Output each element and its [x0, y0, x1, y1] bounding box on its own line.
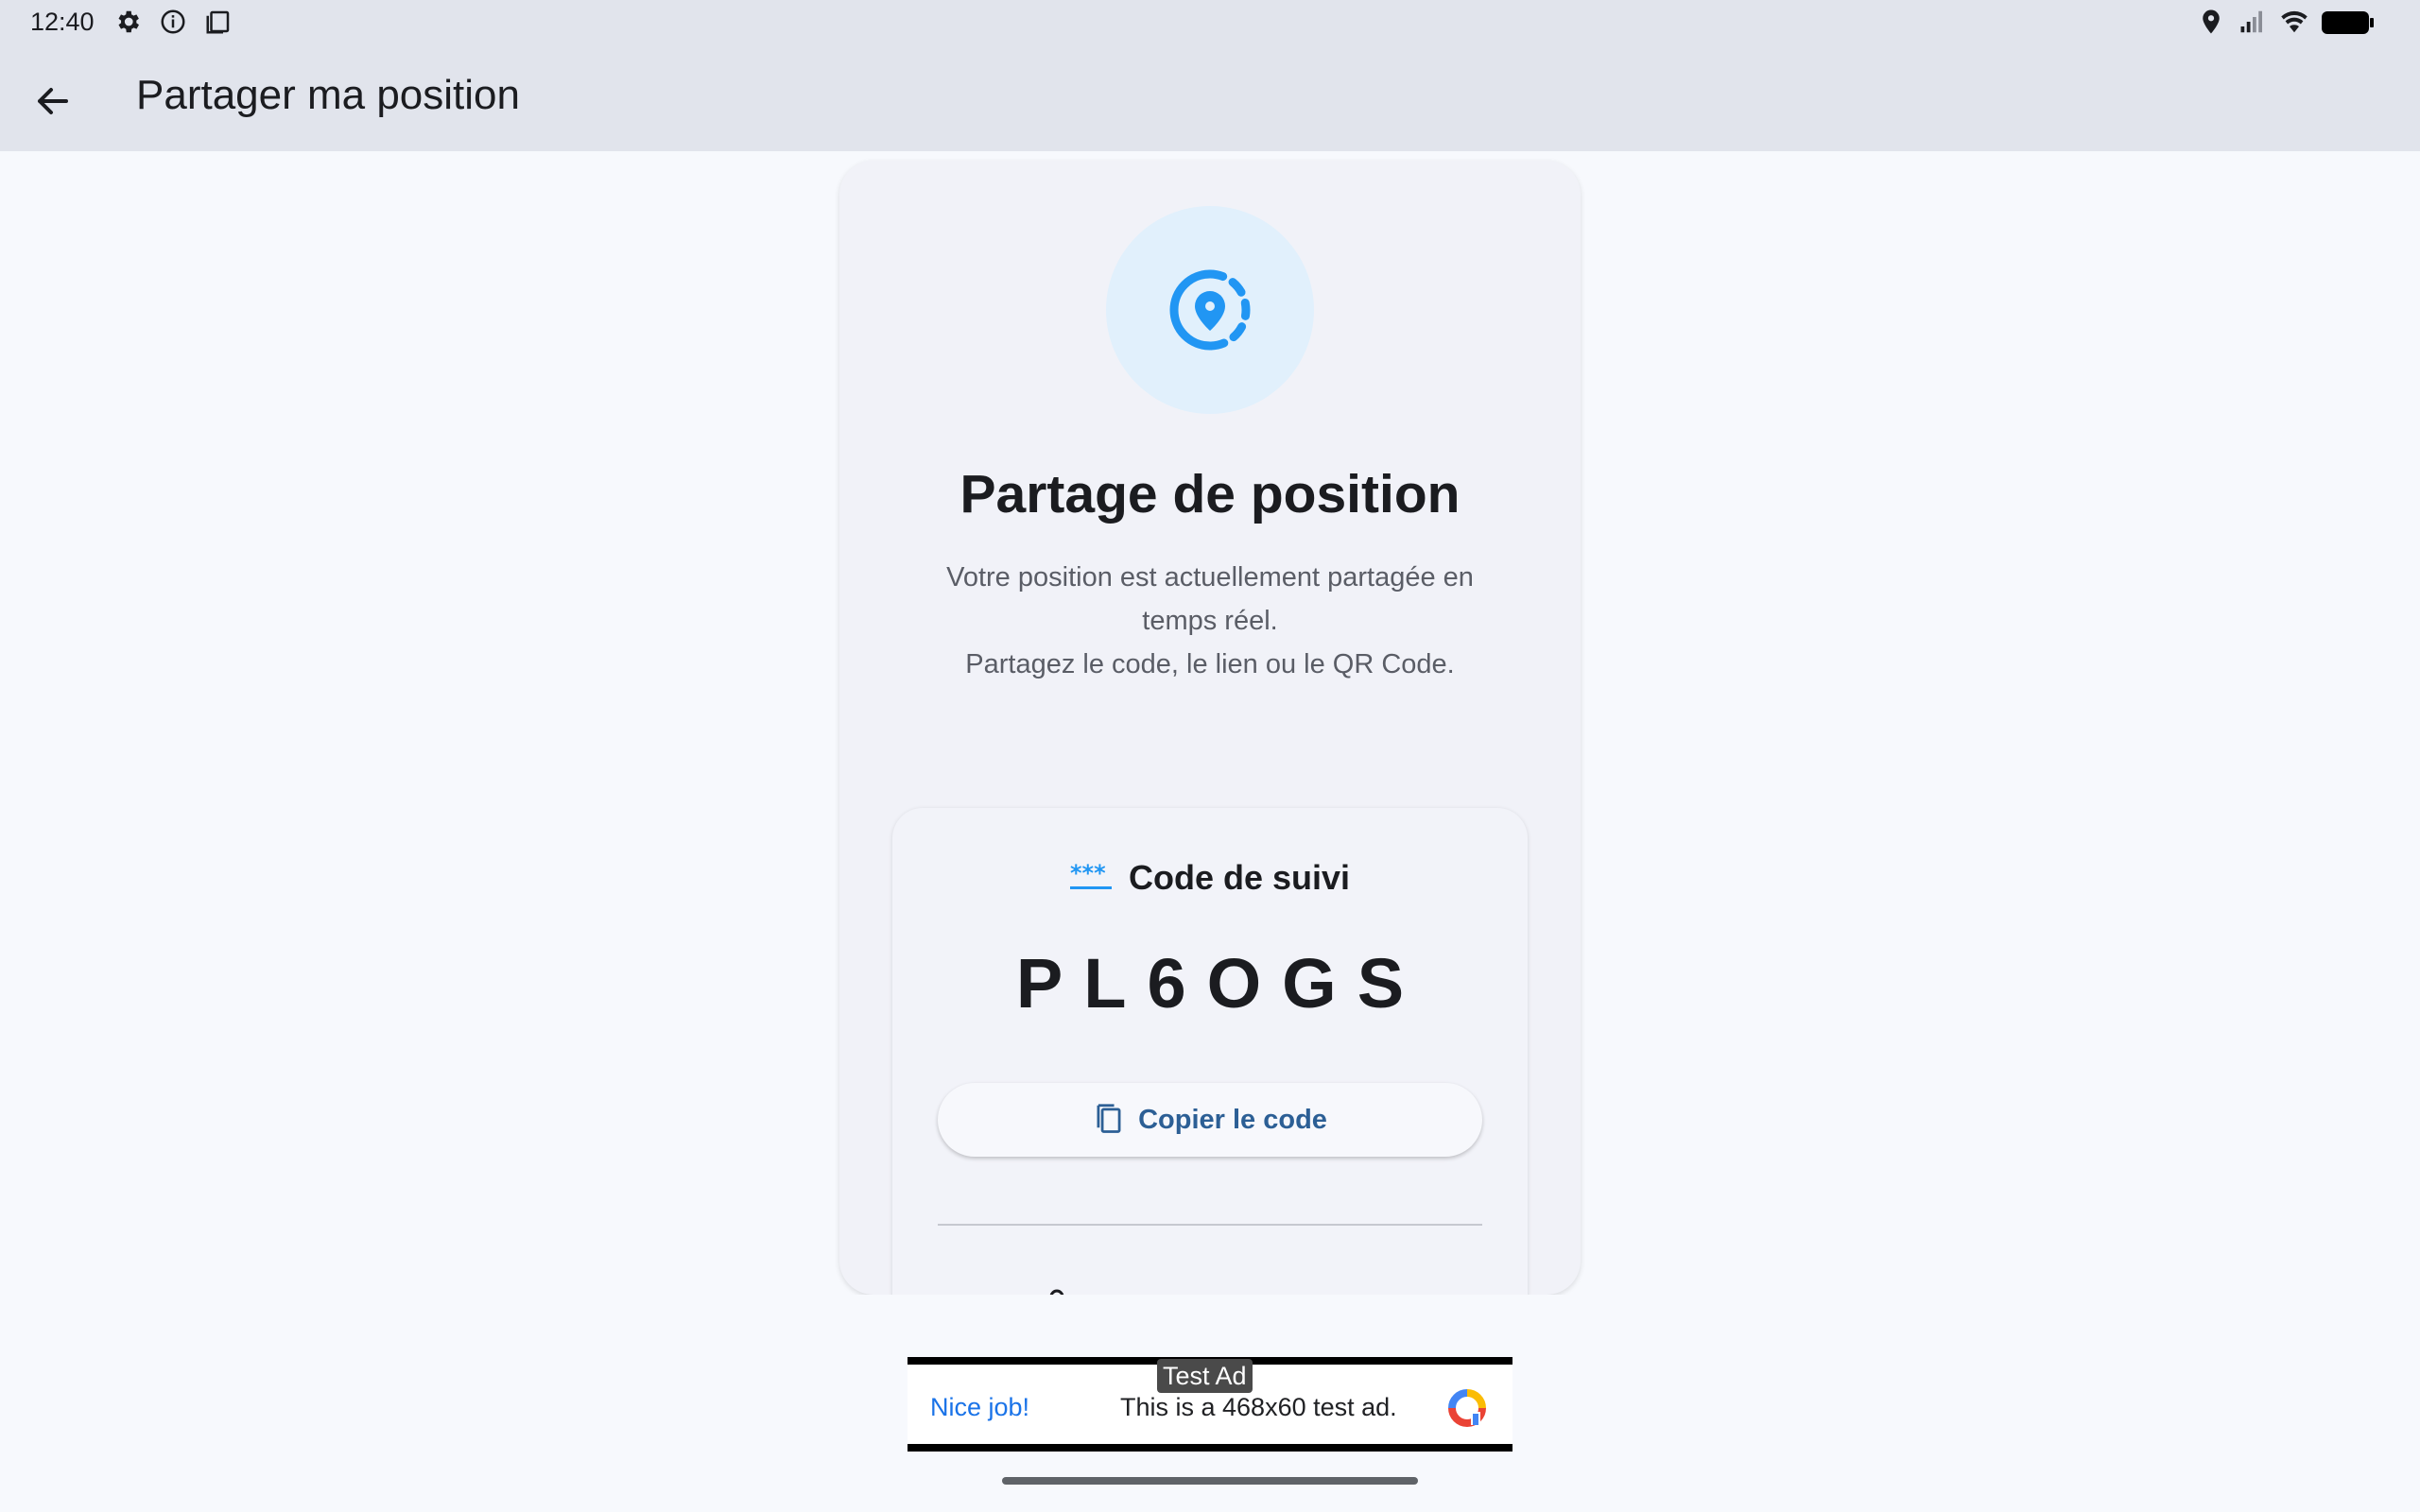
tracking-code-label: Code de suivi [1128, 858, 1351, 897]
description-line: temps réel. [1142, 606, 1278, 636]
svg-text:***: *** [1070, 864, 1106, 886]
description-line: Partagez le code, le lien ou le QR Code. [965, 649, 1455, 679]
description: Votre position est actuellement partagée… [889, 556, 1531, 686]
test-ad-tag: Test Ad [1157, 1359, 1253, 1393]
divider [938, 1224, 1482, 1226]
location-sharing-icon [1169, 269, 1251, 351]
section-heading: Partage de position [959, 464, 1461, 524]
ad-text[interactable]: This is a 468x60 test ad. [1120, 1393, 1397, 1422]
tracking-code-value: PL6OGS [1015, 944, 1426, 1022]
content-scroll-area[interactable]: Partage de position Votre position est a… [0, 0, 2420, 1295]
copy-code-button[interactable]: Copier le code [938, 1083, 1482, 1157]
home-indicator[interactable] [1002, 1477, 1418, 1485]
copy-icon [1097, 1104, 1121, 1133]
ad-headline[interactable]: Nice job! [930, 1393, 1029, 1422]
link-icon [1049, 1289, 1064, 1295]
tracking-code-header: *** Code de suivi [892, 854, 1528, 902]
description-line: Votre position est actuellement partagée… [946, 562, 1474, 593]
copy-code-label: Copier le code [1138, 1104, 1327, 1135]
ad-logo-icon [1448, 1389, 1486, 1427]
password-asterisks-icon: *** [1069, 864, 1112, 889]
